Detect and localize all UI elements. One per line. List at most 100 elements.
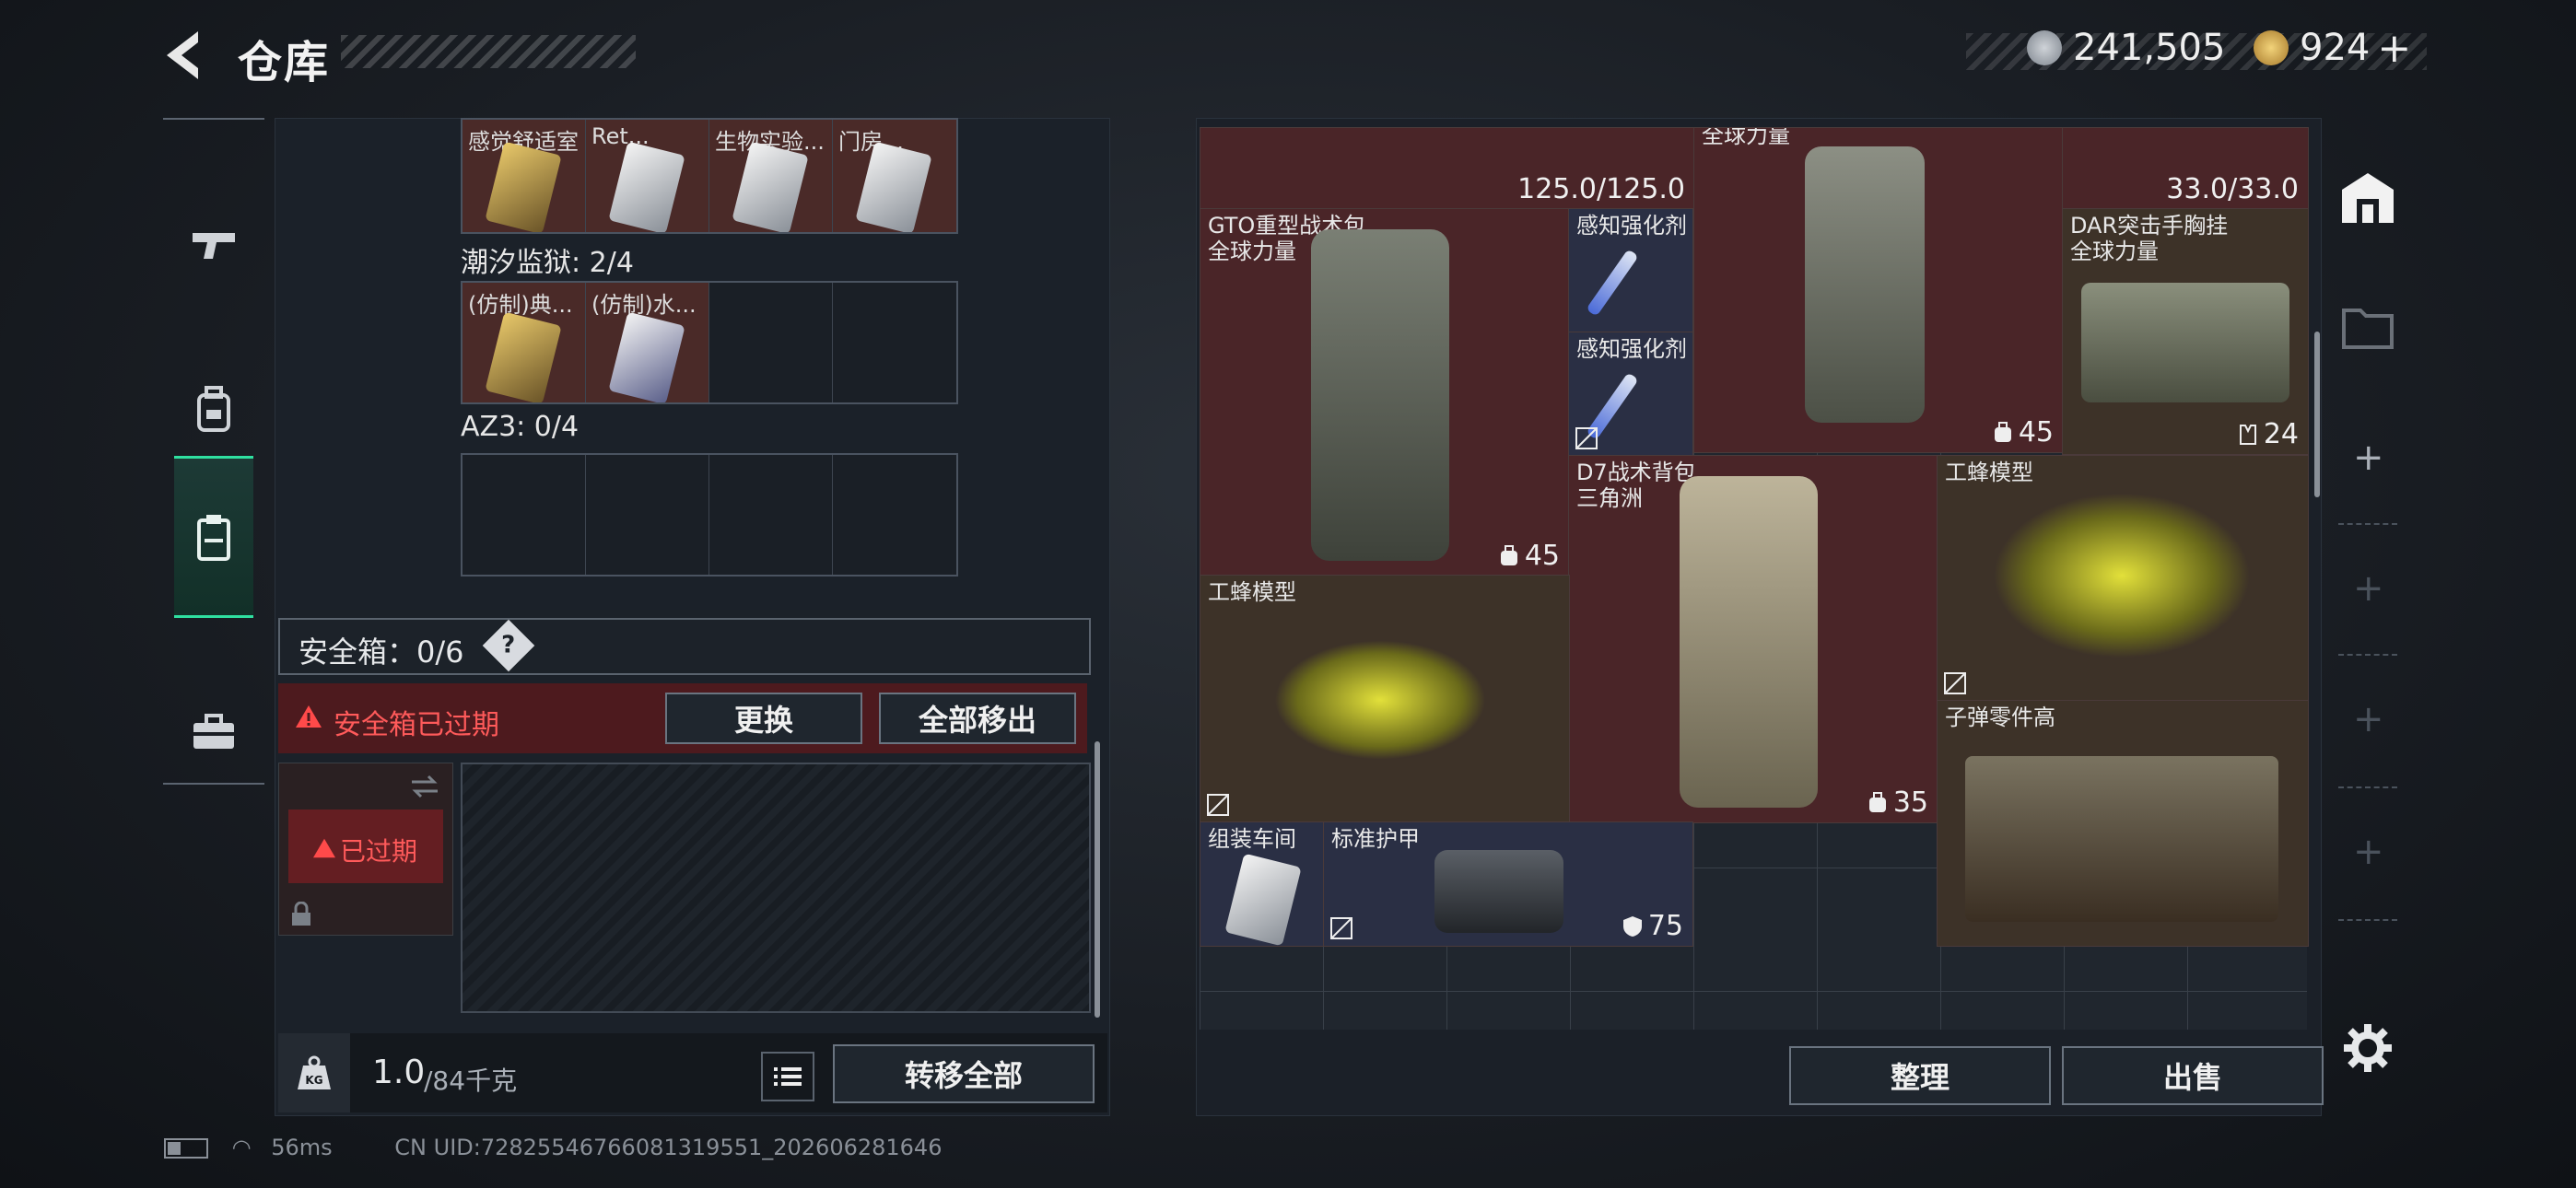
battery-icon bbox=[164, 1138, 208, 1159]
backpack-image bbox=[1680, 476, 1818, 808]
swap-icon bbox=[412, 775, 438, 798]
empty-slot[interactable] bbox=[586, 455, 709, 575]
inventory-item[interactable]: 组装车间 bbox=[1200, 821, 1325, 947]
safe-box-slot[interactable]: 已过期 bbox=[278, 763, 453, 936]
warehouse-icon bbox=[2342, 173, 2394, 223]
status-bar: ◠ 56ms CN UID:7282554676608131955​1_2026… bbox=[164, 1135, 942, 1160]
transfer-all-button[interactable]: 转移全部 bbox=[833, 1044, 1095, 1103]
currency-silver: 241,505 bbox=[2027, 26, 2225, 70]
nav-folder[interactable] bbox=[2335, 293, 2401, 359]
empty-slot[interactable] bbox=[833, 455, 956, 575]
keycard-image bbox=[485, 311, 562, 402]
safe-box-grid[interactable] bbox=[461, 763, 1091, 1013]
left-scrollbar[interactable] bbox=[1095, 741, 1100, 1018]
weight-current: 1.0 bbox=[372, 1054, 426, 1091]
backpack-image bbox=[1805, 146, 1925, 423]
safe-box-header: 安全箱：0/6 ? bbox=[278, 618, 1091, 675]
backpack-icon bbox=[197, 386, 230, 432]
no-sell-icon bbox=[1944, 672, 1966, 694]
svg-text:KG: KG bbox=[305, 1074, 322, 1087]
armor-image bbox=[1434, 850, 1563, 933]
slot-item[interactable]: 门房... bbox=[833, 120, 956, 232]
currency-gold[interactable]: 924 + bbox=[2254, 25, 2411, 72]
nav-medkit[interactable] bbox=[163, 654, 264, 810]
add-container-button[interactable]: + bbox=[2353, 437, 2384, 479]
ping-value: 56ms bbox=[271, 1135, 333, 1160]
inventory-item[interactable]: D7战术背包 三角洲 35 bbox=[1568, 455, 1938, 823]
item-value: 24 bbox=[2238, 418, 2299, 450]
item-capacity: 35 bbox=[1892, 786, 1928, 819]
item-value: 75 bbox=[1622, 910, 1683, 942]
empty-slot[interactable] bbox=[833, 283, 956, 402]
item-capacity: 75 bbox=[1647, 910, 1683, 942]
right-scrollbar[interactable] bbox=[2314, 332, 2320, 497]
toolbox-icon bbox=[193, 714, 234, 749]
gear-icon bbox=[2344, 1024, 2392, 1072]
empty-slot[interactable] bbox=[709, 283, 833, 402]
page-title: 仓库 bbox=[238, 37, 331, 88]
help-icon[interactable]: ? bbox=[482, 619, 535, 672]
inventory-item[interactable]: 标准护甲 75 bbox=[1323, 821, 1693, 947]
nav-weapons[interactable] bbox=[163, 166, 264, 322]
backpack-small-icon bbox=[1994, 421, 2011, 442]
weight-max: /84千克 bbox=[424, 1066, 518, 1096]
slot-item[interactable]: 感觉舒适室 bbox=[463, 120, 586, 232]
backpack-image bbox=[1311, 229, 1449, 561]
expired-message: 安全箱已过期 bbox=[334, 709, 499, 741]
slot-item[interactable]: (仿制)水... bbox=[586, 283, 709, 402]
settings-button[interactable] bbox=[2342, 1022, 2394, 1077]
item-name: 工蜂模型 bbox=[1208, 579, 1296, 605]
add-container-button[interactable]: + bbox=[2353, 567, 2384, 610]
list-view-button[interactable] bbox=[761, 1052, 814, 1101]
add-container-button[interactable]: + bbox=[2353, 698, 2384, 740]
slot-item[interactable]: 生物实验... bbox=[709, 120, 833, 232]
nav-storage[interactable] bbox=[174, 456, 253, 618]
inventory-item[interactable]: 全球力量 45 bbox=[1693, 127, 2064, 453]
container-nav: + + + + bbox=[2322, 127, 2414, 1085]
sort-button[interactable]: 整理 bbox=[1789, 1046, 2051, 1105]
inventory-item[interactable]: 子弹零件高 bbox=[1937, 700, 2309, 947]
inventory-item[interactable]: 工蜂模型 bbox=[1937, 455, 2309, 702]
wifi-icon: ◠ bbox=[231, 1135, 252, 1160]
title-decoration bbox=[341, 35, 636, 68]
item-capacity: 45 bbox=[2018, 416, 2054, 448]
add-currency-button[interactable]: + bbox=[2377, 25, 2411, 72]
inventory-item[interactable]: DAR突击手胸挂 全球力量 24 bbox=[2062, 208, 2309, 455]
backpack-small-icon bbox=[1500, 544, 1517, 565]
safe-box-label: 安全箱：0/6 bbox=[299, 635, 464, 670]
slot-item[interactable]: (仿制)典... bbox=[463, 283, 586, 402]
empty-slot[interactable] bbox=[463, 455, 586, 575]
warning-icon bbox=[296, 705, 322, 728]
empty-slot[interactable] bbox=[709, 455, 833, 575]
item-name: 全球力量 bbox=[1702, 127, 1790, 148]
keycard-image bbox=[608, 141, 685, 232]
no-sell-icon bbox=[1575, 427, 1598, 449]
shield-icon bbox=[1622, 915, 1642, 937]
left-nav bbox=[163, 118, 264, 785]
inventory-item[interactable]: 感知强化剂 bbox=[1568, 332, 1693, 457]
inventory-item[interactable]: 33.0/33.0 bbox=[2062, 127, 2309, 210]
clipboard-icon bbox=[197, 515, 230, 561]
item-name: 感知强化剂 bbox=[1576, 336, 1687, 362]
sell-button[interactable]: 出售 bbox=[2062, 1046, 2324, 1105]
inventory-item[interactable]: 工蜂模型 bbox=[1200, 575, 1570, 823]
slot-item[interactable]: Ret... bbox=[586, 120, 709, 232]
keycard-image bbox=[1224, 853, 1302, 946]
syringe-image bbox=[1586, 249, 1639, 317]
replace-button[interactable]: 更换 bbox=[665, 693, 862, 744]
vest-small-icon bbox=[2239, 424, 2256, 445]
safe-box-status: 已过期 bbox=[340, 836, 418, 867]
slot-label: (仿制)典... bbox=[468, 292, 573, 318]
item-capacity: 24 bbox=[2263, 418, 2299, 450]
move-all-out-button[interactable]: 全部移出 bbox=[879, 693, 1076, 744]
item-value: 45 bbox=[1993, 416, 2054, 448]
back-arrow-icon[interactable] bbox=[161, 28, 209, 83]
section-label: 潮汐监狱: 2/4 bbox=[461, 247, 634, 279]
inventory-item[interactable]: 感知强化剂 bbox=[1568, 208, 1693, 333]
backpack-small-icon bbox=[1868, 791, 1886, 812]
nav-warehouse[interactable] bbox=[2335, 164, 2401, 230]
list-icon bbox=[774, 1067, 802, 1086]
inventory-item[interactable]: 125.0/125.0 bbox=[1200, 127, 1695, 210]
add-container-button[interactable]: + bbox=[2353, 831, 2384, 873]
inventory-item[interactable]: GTO重型战术包 全球力量 45 bbox=[1200, 208, 1570, 577]
